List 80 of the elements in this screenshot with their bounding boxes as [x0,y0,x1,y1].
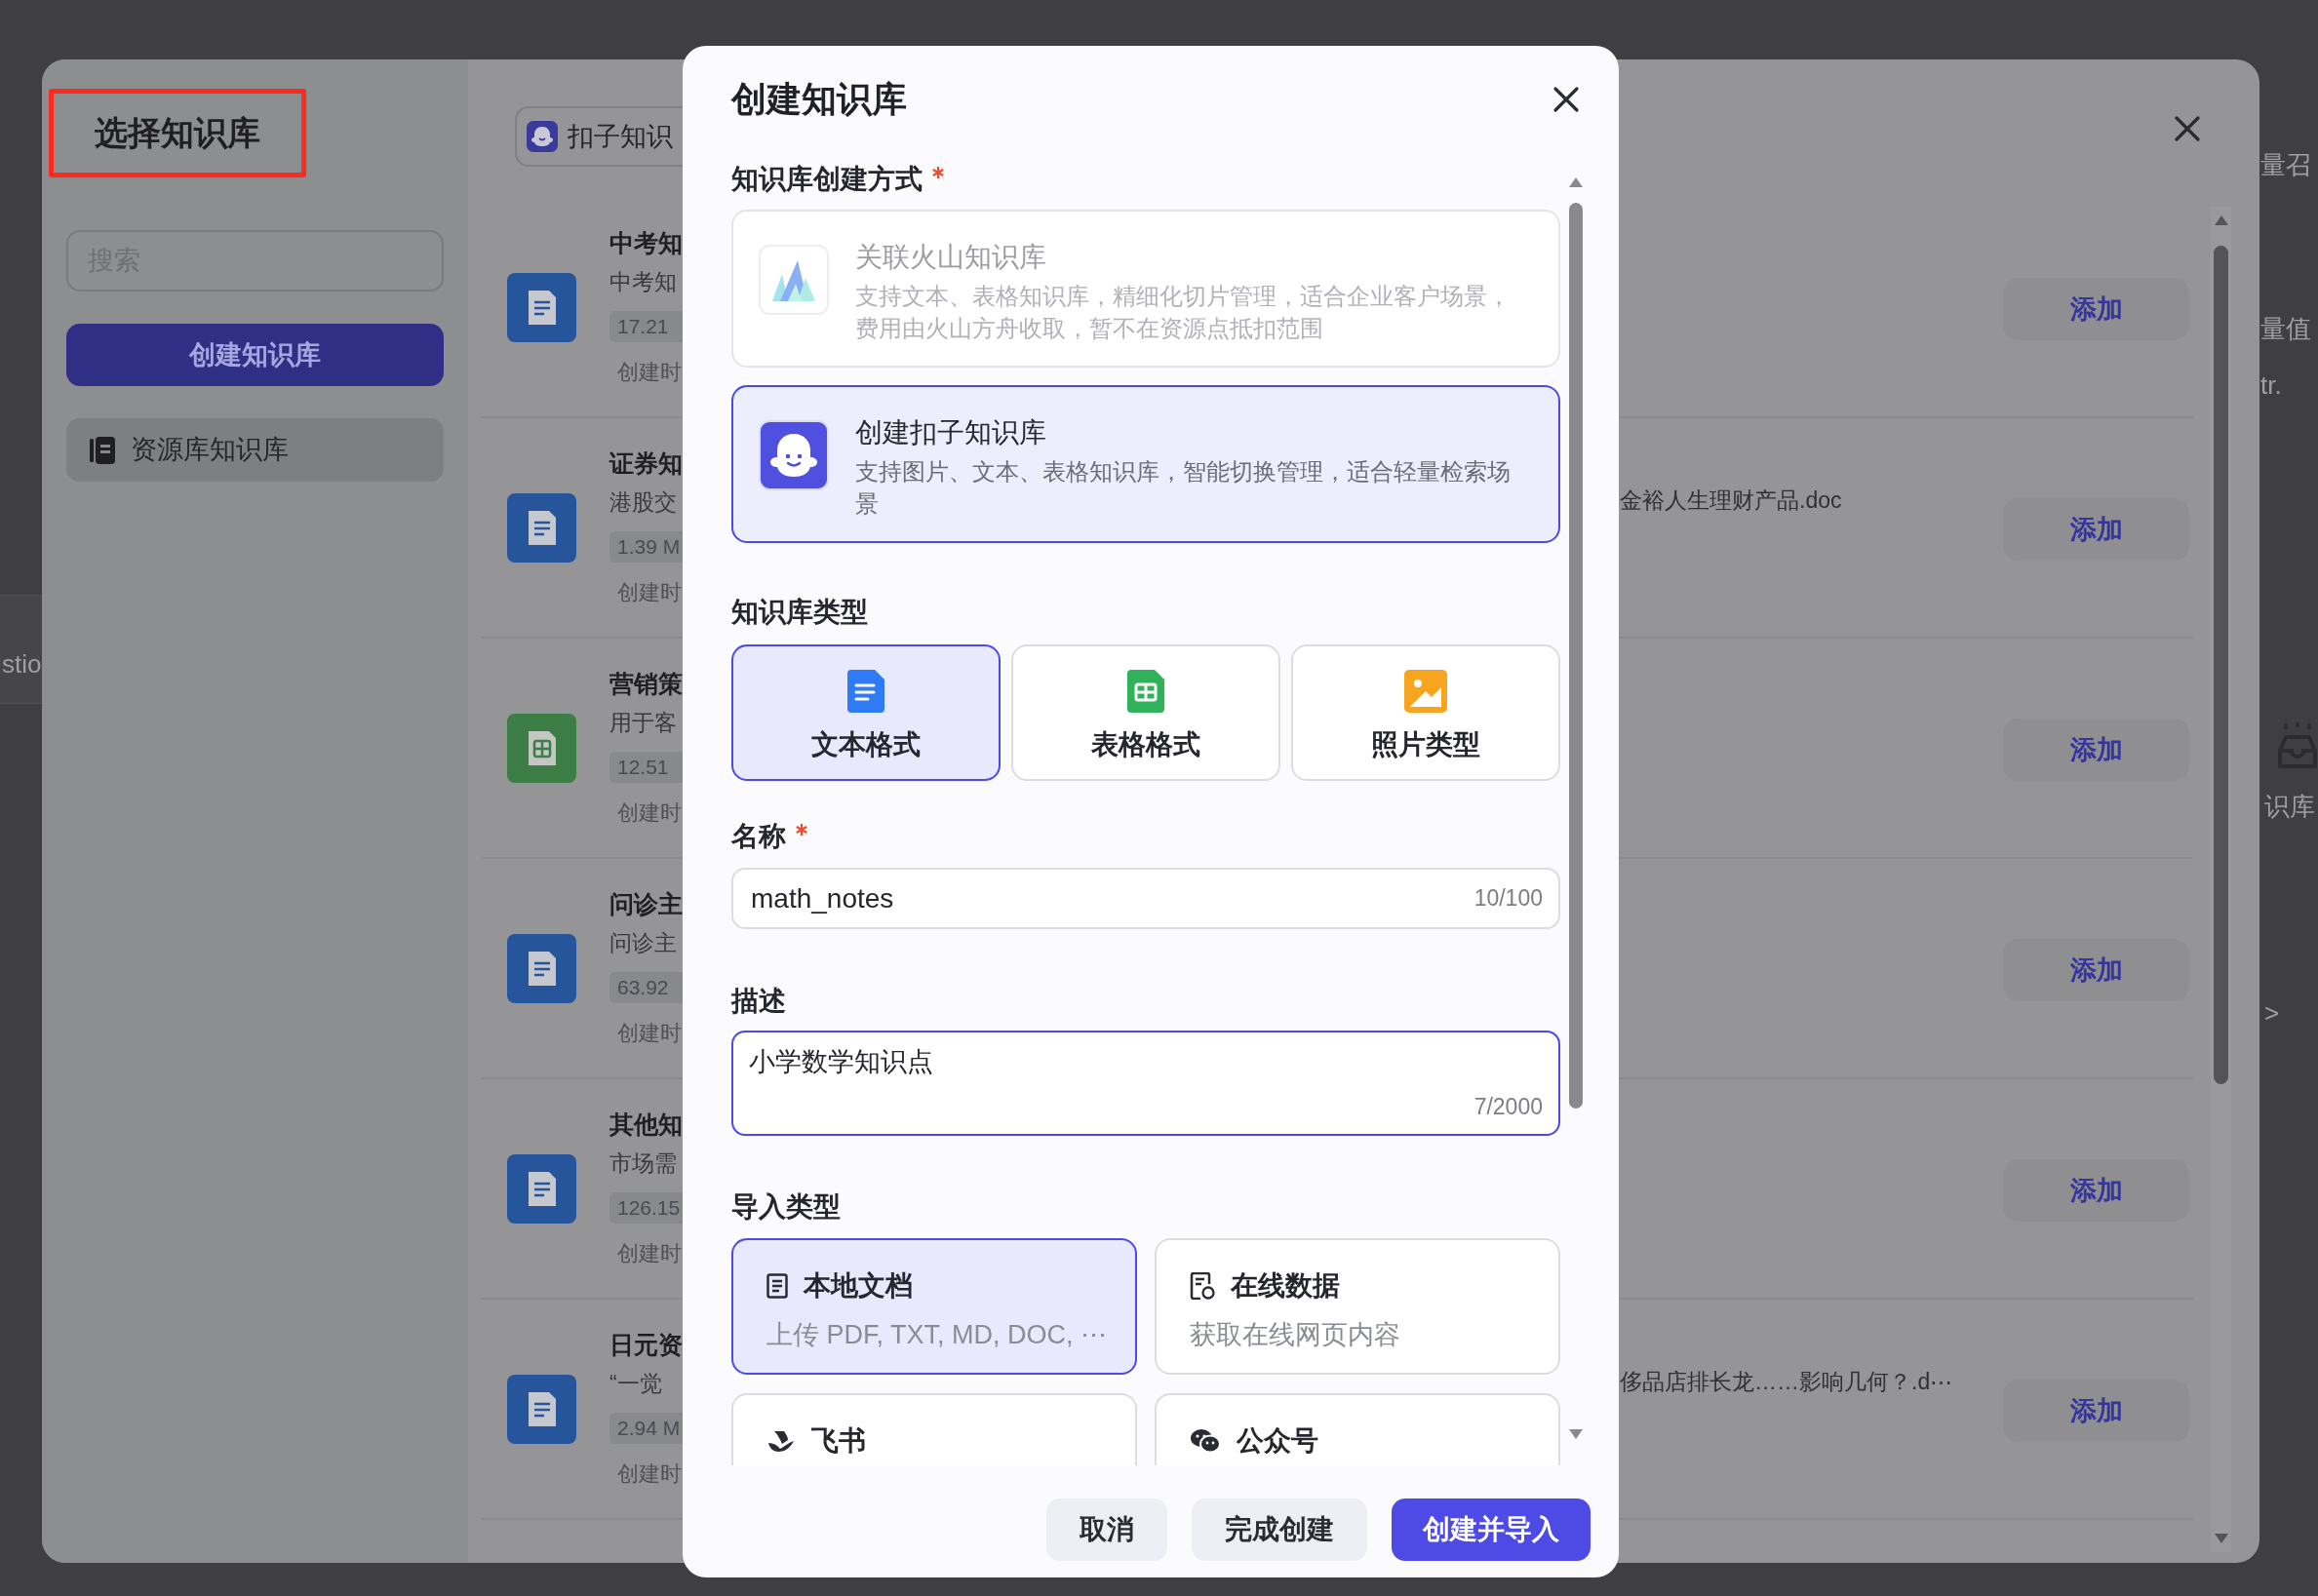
character-counter: 10/100 [1473,884,1543,913]
type-option[interactable]: 照片类型 [1291,644,1560,781]
item-title: 中考知 [609,228,683,258]
background-text: 量值 [2260,313,2311,345]
ghost-icon [759,420,829,490]
option-title: 创建扣子知识库 [855,416,1047,449]
close-icon[interactable] [1552,86,1580,113]
import-option[interactable]: 在线数据 获取在线网页内容 [1155,1238,1560,1375]
document-icon [507,1154,576,1224]
import-option[interactable]: 本地文档 上传 PDF, TXT, MD, DOC, ⋯ [731,1238,1137,1375]
bird-icon [766,1429,796,1453]
option-title: 本地文档 [804,1269,913,1303]
mountain-icon [759,245,829,315]
import-option[interactable]: 飞书 [731,1393,1137,1465]
item-description: 问诊主 [609,929,677,957]
image-icon [1404,670,1447,713]
text-document-icon [847,670,884,713]
background-text: > [2264,997,2280,1030]
document-icon [507,1375,576,1444]
dialog-button[interactable]: 取消 [1046,1499,1167,1561]
scroll-thumb[interactable] [1569,203,1583,1109]
option-title: 公众号 [1237,1424,1318,1458]
scroll-thumb[interactable] [2214,246,2228,1084]
item-title: 问诊主 [609,889,683,919]
sidebar-item[interactable]: 资源库知识库 [66,418,444,482]
option-title: 关联火山知识库 [855,241,1047,274]
item-description: 用于客 [609,709,677,737]
selector-label: 扣子知识 [568,120,673,153]
section-label: 知识库类型 [731,596,868,629]
item-description: 市场需 [609,1149,677,1178]
item-description: 中考知 [609,268,677,296]
option-description: 支持文本、表格知识库，精细化切片管理，适合企业客户场景，费用由火山方舟收取，暂不在资源点抵扣范围 [855,282,1512,343]
document-outline-icon [766,1273,788,1299]
background-text: 识库 [2264,791,2315,823]
web-document-icon [1190,1272,1215,1300]
created-time: 创建时 [617,1020,682,1047]
scrollbar[interactable] [2211,207,2231,1552]
import-option[interactable]: 公众号 [1155,1393,1560,1465]
created-time: 创建时 [617,579,682,606]
table-icon [507,714,576,783]
document-icon [507,273,576,342]
item-description: “一觉 [609,1370,662,1398]
document-icon [507,493,576,563]
character-counter: 7/2000 [1473,1093,1543,1121]
book-icon [90,436,115,464]
scroll-up-icon [2214,214,2229,226]
item-description: 港股交 [609,488,677,517]
created-time: 创建时 [617,359,682,386]
item-description: 金裕人生理财产品.doc [1620,487,1843,515]
chat-bubbles-icon [1190,1428,1221,1454]
created-time: 创建时 [617,1240,682,1267]
background-text: tr. [2260,370,2282,402]
create-import-button[interactable]: 创建并导入 [1392,1499,1591,1561]
item-title: 日元资 [609,1330,683,1360]
spreadsheet-icon [1127,670,1164,713]
type-option[interactable]: 文本格式 [731,644,1001,781]
option-title: 飞书 [811,1424,866,1458]
section-label: 名称 [731,820,786,853]
item-title: 证券知 [609,448,683,479]
type-option[interactable]: 表格格式 [1011,644,1280,781]
option-title: 在线数据 [1231,1269,1340,1303]
item-description: 侈品店排长龙……影响几何？.d⋯ [1620,1368,1954,1396]
item-title: 其他知 [609,1109,683,1140]
created-time: 创建时 [617,799,682,827]
method-option[interactable]: 创建扣子知识库 支持图片、文本、表格知识库，智能切换管理，适合轻量检索场景 [731,385,1560,543]
option-description: 支持图片、文本、表格知识库，智能切换管理，适合轻量检索场景 [855,457,1512,519]
document-icon [507,934,576,1003]
background-text: 量召 [2260,149,2311,181]
dialog-button[interactable]: 完成创建 [1192,1499,1367,1561]
scroll-down-icon [2214,1533,2229,1544]
scroll-down-icon [1568,1428,1584,1440]
created-time: 创建时 [617,1460,682,1488]
scroll-up-icon [1568,176,1584,188]
panel-title: 选择知识库 [49,89,306,177]
create-button[interactable]: 创建知识库 [66,324,444,386]
option-description: 获取在线网页内容 [1190,1319,1400,1351]
background-text: stio [2,648,42,681]
option-description: 上传 PDF, TXT, MD, DOC, ⋯ [766,1319,1108,1351]
ghost-icon [527,121,558,152]
item-title: 营销策 [609,669,683,699]
